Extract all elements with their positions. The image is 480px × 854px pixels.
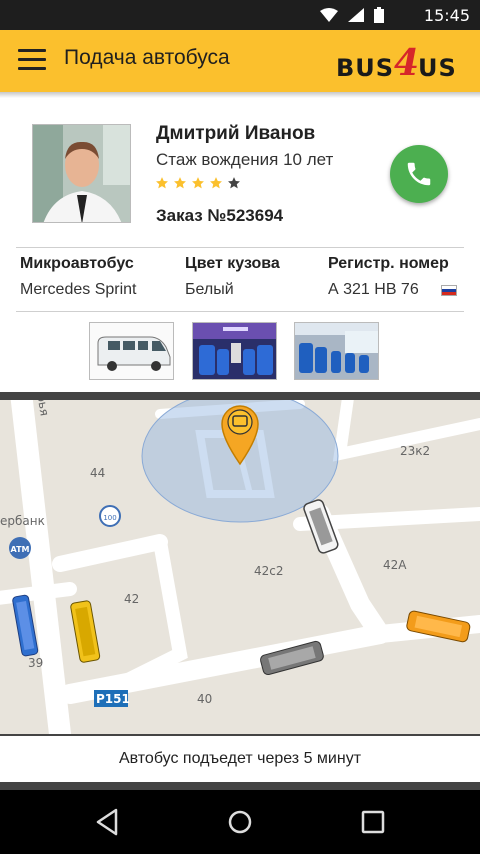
order-number: Заказ №523694 <box>156 206 284 225</box>
house-number-label: 42с2 <box>254 564 284 578</box>
svg-text:100: 100 <box>103 514 116 522</box>
eta-text: Автобус подъедет через 5 минут <box>118 750 362 767</box>
star-filled-icon <box>174 177 186 189</box>
body-color-value: Белый <box>185 281 234 298</box>
house-number-label: 44 <box>90 466 106 480</box>
clock: 15:45 <box>423 6 470 25</box>
star-empty-icon <box>228 177 240 189</box>
house-number-label: 42А <box>383 558 407 572</box>
divider <box>16 247 464 248</box>
divider <box>16 311 464 312</box>
bus-photo-interior-2[interactable] <box>294 322 379 380</box>
svg-text:ATM: ATM <box>11 545 30 554</box>
star-filled-icon <box>192 177 204 189</box>
house-number-label: 39 <box>28 656 44 670</box>
call-button[interactable] <box>390 145 448 203</box>
system-nav-bar <box>0 790 480 854</box>
vehicle-type-value: Mercedes Sprint <box>20 281 137 298</box>
driver-photo <box>32 124 131 223</box>
page-title: Подача автобуса <box>64 46 230 69</box>
status-bar: 15:45 <box>0 0 480 30</box>
driver-name: Дмитрий Иванов <box>156 123 316 144</box>
house-number-label: 40 <box>197 692 213 706</box>
map-border <box>0 392 480 400</box>
plate-value: А 321 НВ 76 <box>328 281 419 298</box>
body-color-header: Цвет кузова <box>185 255 280 272</box>
battery-icon <box>374 7 384 28</box>
house-number-label: 23к2 <box>400 444 431 458</box>
star-filled-icon <box>210 177 222 189</box>
recents-icon[interactable] <box>360 808 386 841</box>
driver-experience: Стаж вождения 10 лет <box>156 150 334 169</box>
app-bar: Подача автобуса BUS 4 US <box>0 30 480 92</box>
phone-icon <box>407 162 431 186</box>
signal-icon <box>348 8 364 27</box>
back-icon[interactable] <box>94 808 120 841</box>
bus-photo-exterior[interactable] <box>89 322 174 380</box>
menu-icon[interactable] <box>18 49 46 73</box>
bus-photo-interior-1[interactable] <box>192 322 277 380</box>
wifi-icon <box>320 8 338 27</box>
bus4us-logo: BUS 4 US <box>336 42 457 84</box>
vehicle-type-header: Микроавтобус <box>20 255 134 272</box>
star-filled-icon <box>156 177 168 189</box>
road-number-label: P151 <box>96 692 130 706</box>
house-number-label: 42 <box>124 592 140 606</box>
plate-header: Регистр. номер <box>328 255 449 272</box>
map-view[interactable]: ATM 100 рья 44 23к2 ербанк 42с2 42А 42 3… <box>0 394 480 734</box>
driver-rating <box>155 176 241 190</box>
home-icon[interactable] <box>227 808 253 841</box>
russia-flag-icon <box>441 285 457 296</box>
poi-label: ербанк <box>0 514 45 528</box>
eta-bar: Автобус подъедет через 5 минут <box>0 734 480 782</box>
